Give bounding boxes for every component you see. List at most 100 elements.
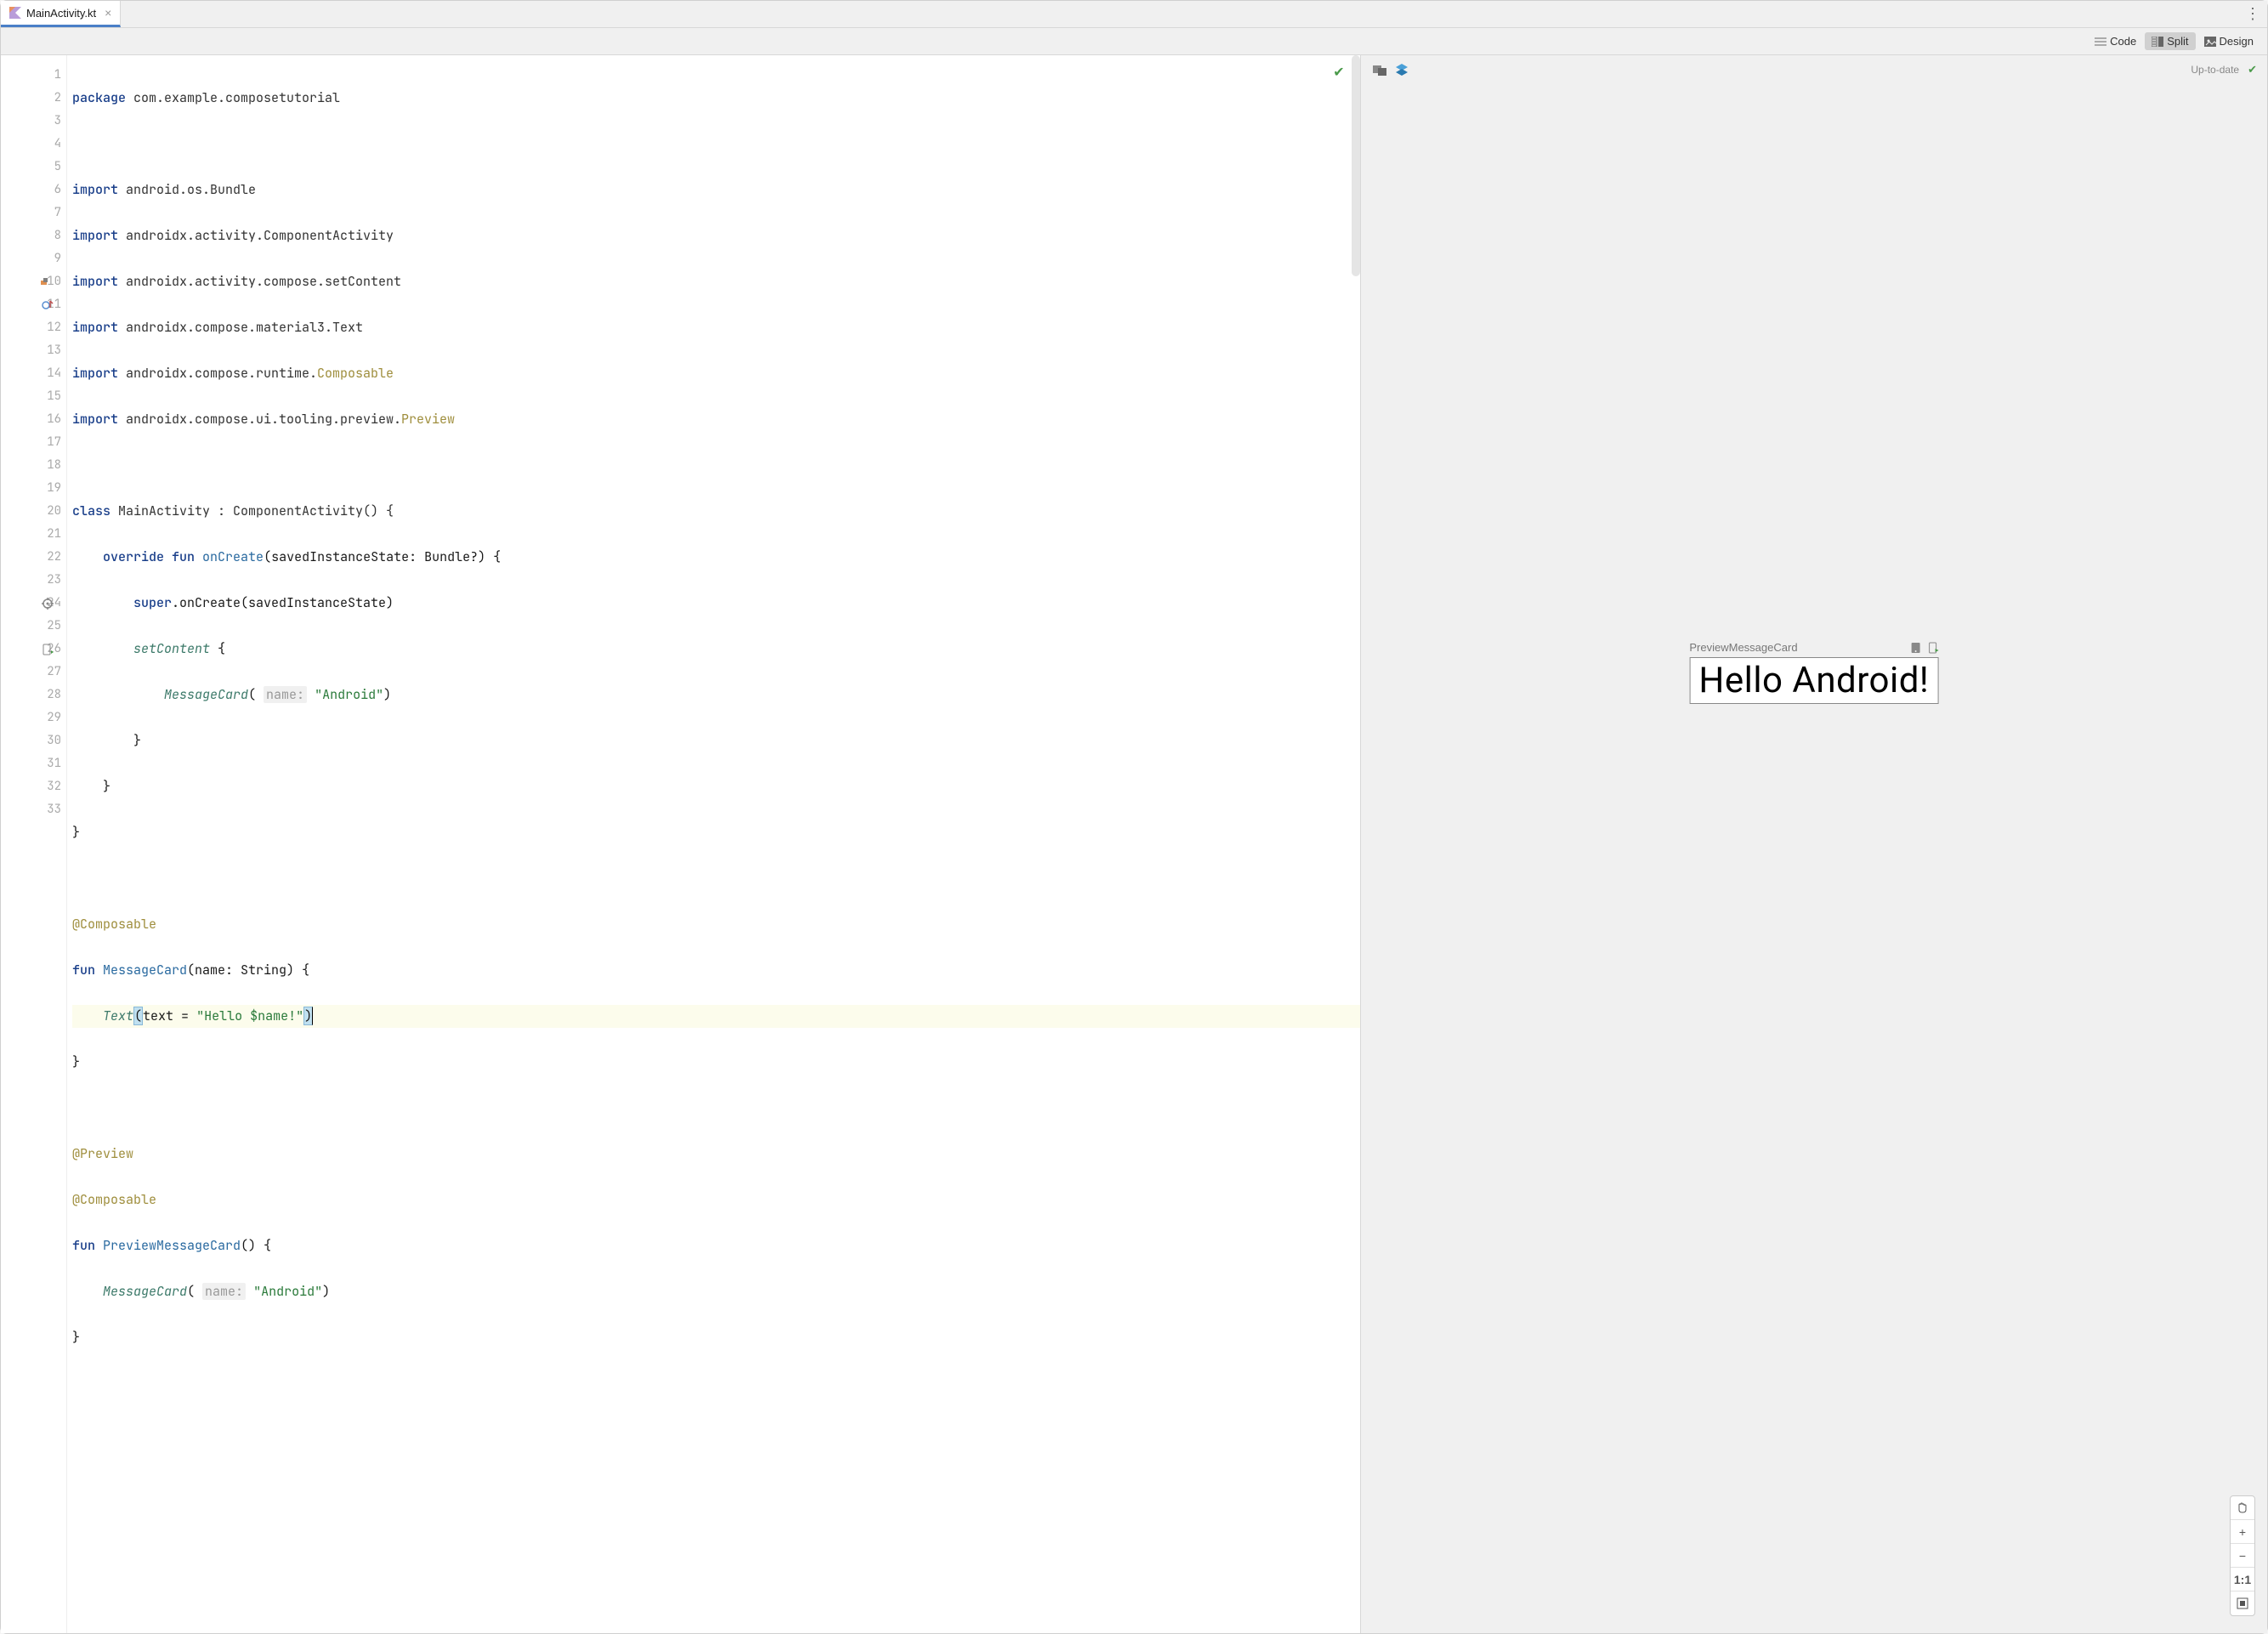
line-number: 8 bbox=[54, 224, 61, 247]
preview-status-check-icon: ✔ bbox=[2248, 63, 2257, 77]
zoom-in-button[interactable]: + bbox=[2231, 1520, 2254, 1544]
file-tab-mainactivity[interactable]: MainActivity.kt × bbox=[1, 1, 121, 27]
line-number: 21 bbox=[47, 523, 61, 546]
preview-composable-name: PreviewMessageCard bbox=[1689, 641, 1797, 654]
line-number: 3 bbox=[54, 110, 61, 133]
line-number: 33 bbox=[47, 798, 61, 821]
line-number: 25 bbox=[47, 615, 61, 638]
code-token: MessageCard bbox=[95, 962, 187, 979]
run-class-gutter-icon[interactable] bbox=[41, 275, 54, 289]
code-token: @Preview bbox=[72, 1145, 133, 1162]
main-split: 1 2 3 4 5 6 7 8 9 10 bbox=[1, 55, 2267, 1633]
code-token: { bbox=[210, 640, 225, 657]
preview-toolbar: Up-to-date ✔ bbox=[1361, 55, 2267, 84]
line-number: 14 bbox=[47, 362, 61, 385]
code-token: import bbox=[72, 227, 118, 244]
code-token: () { bbox=[241, 1237, 271, 1254]
code-token: } bbox=[103, 778, 111, 795]
line-number: 12 bbox=[47, 316, 61, 339]
line-number: 2 bbox=[54, 87, 61, 110]
code-token: import bbox=[72, 273, 118, 290]
code-token: super bbox=[133, 594, 172, 611]
override-gutter-icon[interactable] bbox=[41, 298, 54, 312]
kotlin-file-icon bbox=[9, 7, 21, 19]
editor-tab-bar: MainActivity.kt × ⋮ bbox=[1, 1, 2267, 28]
param-hint: name: bbox=[202, 1283, 246, 1300]
code-token: "Android" bbox=[253, 1283, 322, 1300]
line-number: 28 bbox=[47, 684, 61, 706]
code-token: } bbox=[72, 1053, 80, 1070]
mode-split-button[interactable]: Split bbox=[2145, 32, 2195, 50]
design-view-icon bbox=[2204, 37, 2216, 47]
analysis-ok-icon[interactable]: ✔ bbox=[1333, 64, 1344, 81]
mode-code-button[interactable]: Code bbox=[2088, 32, 2143, 50]
code-token: com.example.composetutorial bbox=[126, 89, 340, 106]
line-number: 30 bbox=[47, 729, 61, 752]
code-token: setContent bbox=[133, 640, 210, 657]
line-number-gutter: 1 2 3 4 5 6 7 8 9 10 bbox=[1, 55, 67, 1633]
preview-interactive-icon[interactable] bbox=[1909, 642, 1921, 654]
mode-design-button[interactable]: Design bbox=[2197, 32, 2260, 50]
line-number: 4 bbox=[54, 133, 61, 156]
mode-design-label: Design bbox=[2220, 35, 2254, 48]
preview-composable-card[interactable]: PreviewMessageCard Hello Android! bbox=[1689, 641, 1938, 704]
code-token: onCreate bbox=[195, 548, 264, 565]
line-number: 27 bbox=[47, 661, 61, 684]
zoom-fit-button[interactable] bbox=[2231, 1591, 2254, 1615]
code-editor-pane[interactable]: 1 2 3 4 5 6 7 8 9 10 bbox=[1, 55, 1361, 1633]
code-token: package bbox=[72, 89, 126, 106]
code-token: androidx.compose.material3.Text bbox=[118, 319, 363, 336]
code-token: .onCreate(savedInstanceState) bbox=[172, 594, 394, 611]
param-hint: name: bbox=[264, 686, 307, 703]
zoom-out-button[interactable]: − bbox=[2231, 1544, 2254, 1568]
close-tab-icon[interactable]: × bbox=[105, 6, 111, 20]
code-token: androidx.activity.ComponentActivity bbox=[118, 227, 394, 244]
code-token: (name: String) { bbox=[187, 962, 309, 979]
preview-settings-gutter-icon[interactable] bbox=[41, 597, 54, 610]
preview-canvas[interactable]: PreviewMessageCard Hello Android! bbox=[1361, 84, 2267, 1633]
split-view-icon bbox=[2152, 37, 2163, 47]
zoom-one-to-one-button[interactable]: 1:1 bbox=[2231, 1568, 2254, 1591]
code-token: androidx.activity.compose.setContent bbox=[118, 273, 401, 290]
line-number: 22 bbox=[47, 546, 61, 569]
line-number: 9 bbox=[54, 247, 61, 270]
preview-render-output: Hello Android! bbox=[1689, 657, 1938, 704]
ide-window: MainActivity.kt × ⋮ Code Split Design bbox=[0, 0, 2268, 1634]
code-token: Text bbox=[103, 1007, 133, 1024]
code-token: fun bbox=[164, 548, 195, 565]
code-token: PreviewMessageCard bbox=[95, 1237, 241, 1254]
preview-layers-icon[interactable] bbox=[1393, 61, 1410, 78]
code-token: @Composable bbox=[72, 916, 156, 933]
preview-device-icon[interactable] bbox=[1371, 61, 1388, 78]
code-token: android.os.Bundle bbox=[118, 181, 256, 198]
code-token: MessageCard bbox=[164, 686, 248, 703]
line-number: 23 bbox=[47, 569, 61, 592]
preview-status-label: Up-to-date bbox=[2191, 64, 2239, 76]
code-token: class bbox=[72, 502, 111, 519]
code-token: import bbox=[72, 411, 118, 428]
line-number: 19 bbox=[47, 477, 61, 500]
zoom-controls: + − 1:1 bbox=[2230, 1495, 2255, 1616]
code-text-area[interactable]: package com.example.composetutorial impo… bbox=[67, 55, 1360, 1633]
code-token: fun bbox=[72, 962, 95, 979]
code-token: } bbox=[72, 824, 80, 841]
zoom-pan-button[interactable] bbox=[2231, 1496, 2254, 1520]
line-number: 5 bbox=[54, 156, 61, 179]
line-number: 13 bbox=[47, 339, 61, 362]
tab-bar-menu-icon[interactable]: ⋮ bbox=[2237, 2, 2267, 26]
code-token: import bbox=[72, 181, 118, 198]
preview-deploy-icon[interactable] bbox=[1926, 642, 1938, 654]
line-number: 17 bbox=[47, 431, 61, 454]
code-lines-icon bbox=[2095, 37, 2106, 47]
code-token: Composable bbox=[317, 365, 394, 382]
code-token: } bbox=[133, 732, 141, 749]
compose-preview-pane: Up-to-date ✔ PreviewMessageCard bbox=[1361, 55, 2267, 1633]
code-token: import bbox=[72, 319, 118, 336]
code-token: fun bbox=[72, 1237, 95, 1254]
run-preview-gutter-icon[interactable] bbox=[41, 643, 54, 656]
line-number: 1 bbox=[54, 64, 61, 87]
editor-scrollbar[interactable] bbox=[1352, 55, 1360, 276]
line-number: 16 bbox=[47, 408, 61, 431]
code-token: "Hello $name!" bbox=[196, 1007, 303, 1024]
mode-split-label: Split bbox=[2167, 35, 2188, 48]
